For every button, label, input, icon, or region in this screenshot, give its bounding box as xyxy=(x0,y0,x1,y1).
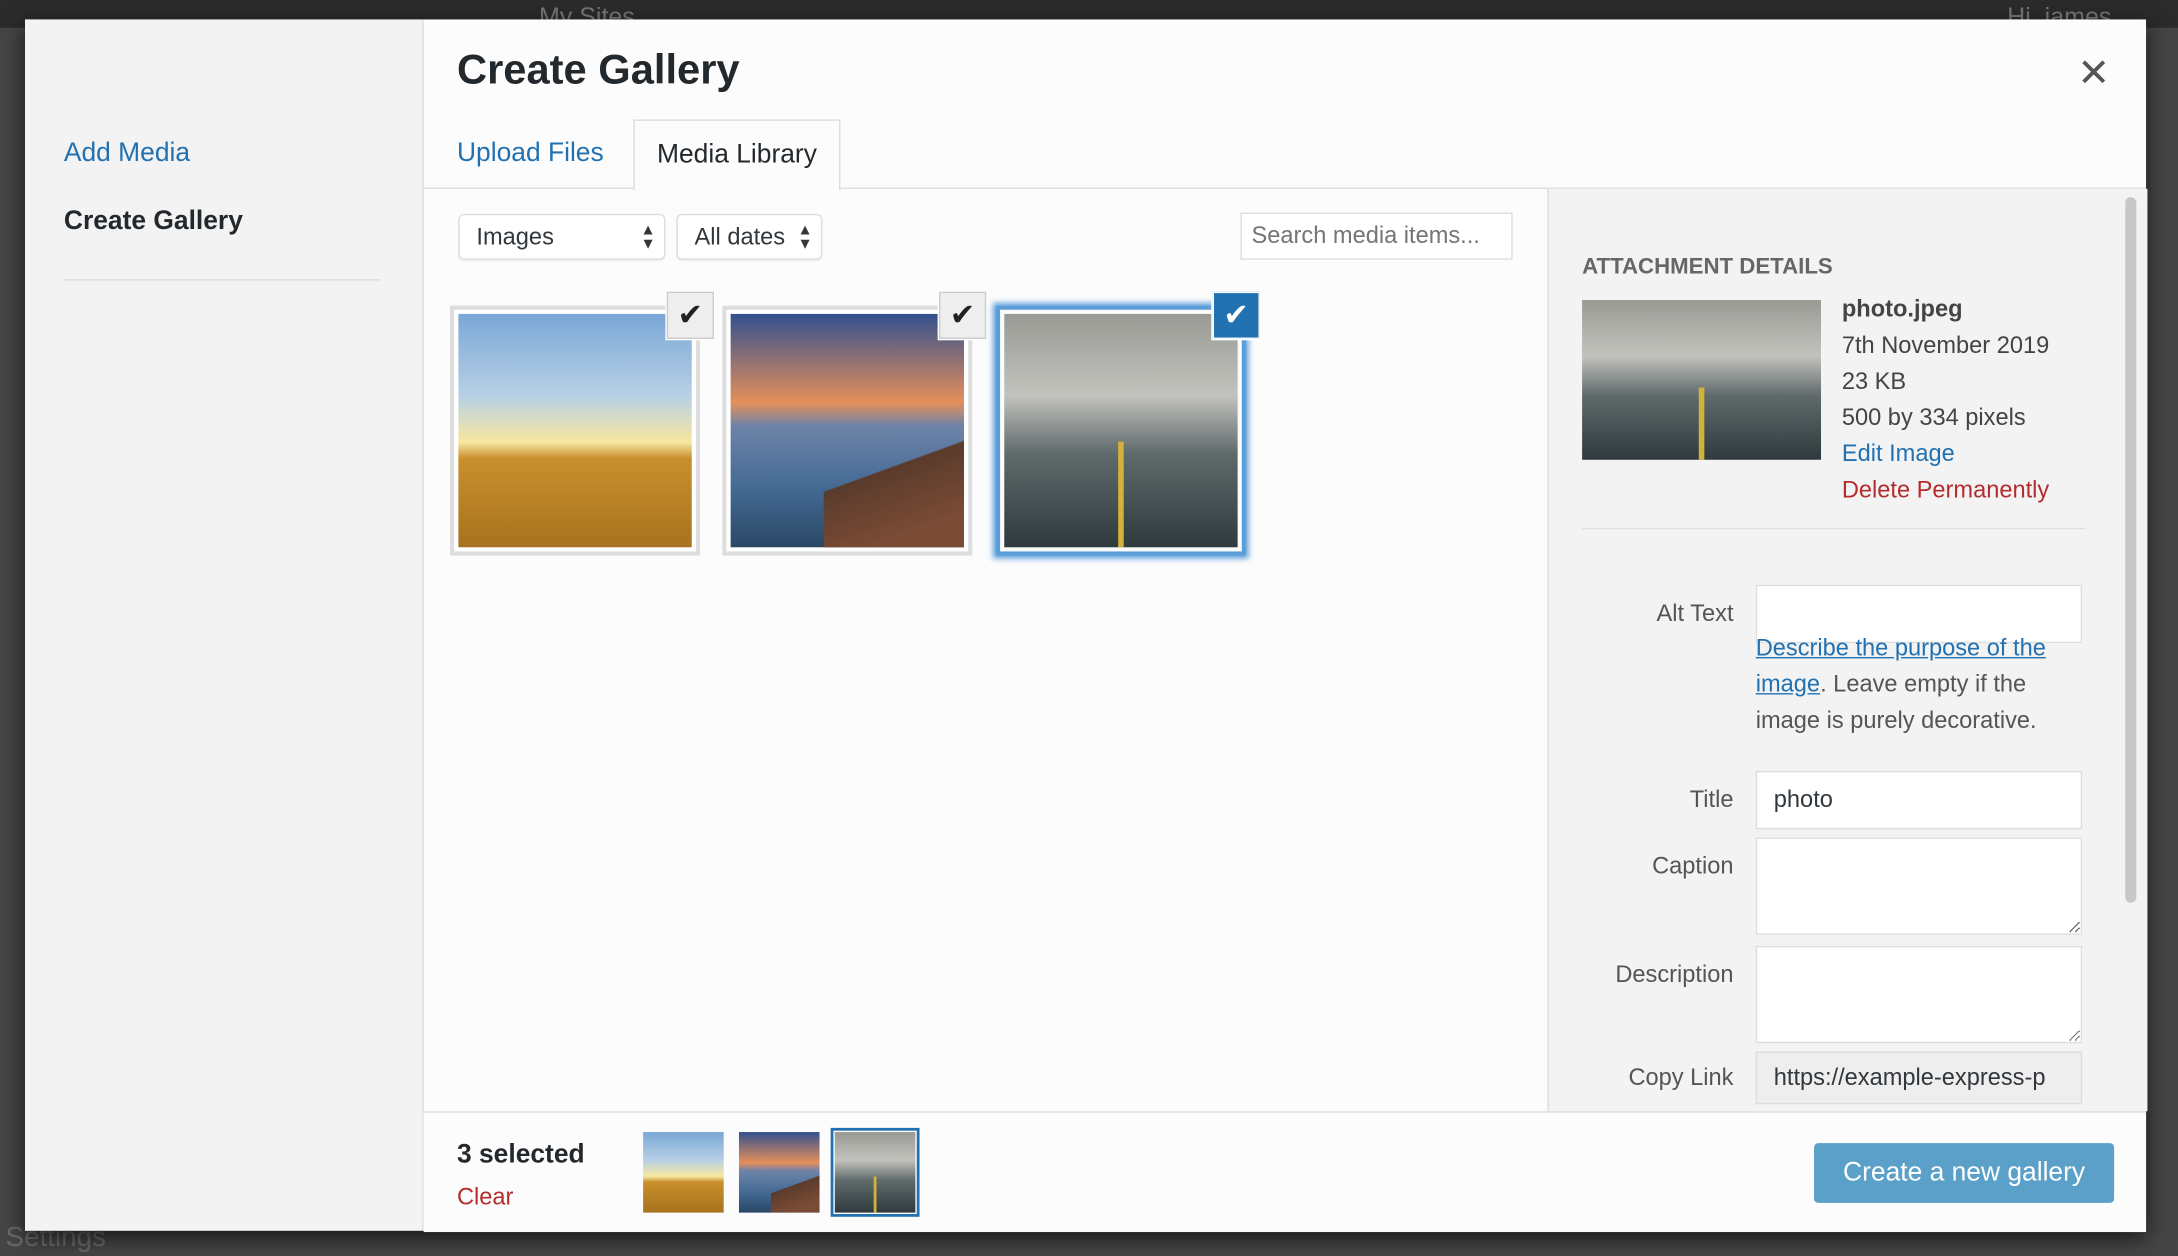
create-gallery-button[interactable]: Create a new gallery xyxy=(1814,1143,2115,1203)
selected-thumbnail-active[interactable] xyxy=(830,1127,920,1217)
details-scrollbar[interactable] xyxy=(2125,197,2137,903)
details-preview-image xyxy=(1582,300,1822,460)
caption-label: Caption xyxy=(1652,852,1734,880)
selected-thumbnail[interactable] xyxy=(738,1132,820,1213)
edit-image-link[interactable]: Edit Image xyxy=(1842,436,2049,472)
menu-item-add-media[interactable]: Add Media xyxy=(64,139,190,170)
attachment-thumbnail[interactable]: ✔ xyxy=(450,291,714,556)
alt-text-label: Alt Text xyxy=(1656,600,1734,627)
attachment-thumbnail-active[interactable]: ✔ xyxy=(995,291,1260,556)
details-heading: ATTACHMENT DETAILS xyxy=(1582,255,1833,280)
title-input[interactable] xyxy=(1755,770,2083,830)
alt-text-help: Describe the purpose of the image. Leave… xyxy=(1756,631,2089,739)
select-arrows-icon: ▲ ▼ xyxy=(797,222,813,253)
details-meta: photo.jpeg 7th November 2019 23 KB 500 b… xyxy=(1842,292,2049,509)
media-type-select[interactable]: Images ▲ ▼ xyxy=(458,213,666,260)
description-label: Description xyxy=(1615,961,1734,988)
caption-textarea[interactable] xyxy=(1755,837,2083,935)
pier-image xyxy=(730,313,964,548)
tab-upload-files[interactable]: Upload Files xyxy=(435,119,626,188)
title-label: Title xyxy=(1689,786,1734,813)
divider xyxy=(1582,527,2085,530)
tab-media-library[interactable]: Media Library xyxy=(633,119,841,191)
check-icon[interactable]: ✔ xyxy=(666,291,714,339)
media-menu: Add Media Create Gallery xyxy=(25,19,424,1231)
date-value: All dates xyxy=(694,223,786,251)
media-type-value: Images xyxy=(476,223,554,251)
close-icon[interactable]: ✕ xyxy=(2077,50,2110,96)
clear-selection-link[interactable]: Clear xyxy=(457,1183,513,1211)
media-modal: Add Media Create Gallery Create Gallery … xyxy=(25,19,2148,1233)
selected-thumbnail[interactable] xyxy=(643,1132,724,1213)
attachment-thumbnail[interactable]: ✔ xyxy=(722,291,987,556)
file-size: 23 KB xyxy=(1841,368,1907,395)
filename: photo.jpeg xyxy=(1841,295,1963,323)
check-icon[interactable]: ✔ xyxy=(1212,291,1260,339)
select-arrows-icon: ▲ ▼ xyxy=(640,222,656,253)
date-select[interactable]: All dates ▲ ▼ xyxy=(676,213,823,260)
upload-date: 7th November 2019 xyxy=(1841,331,2050,359)
copy-link-label: Copy Link xyxy=(1628,1063,1734,1091)
selection-count: 3 selected xyxy=(456,1140,585,1170)
copy-link-field[interactable]: https://example-express-p xyxy=(1755,1051,2083,1105)
road-image xyxy=(1004,313,1238,548)
check-icon[interactable]: ✔ xyxy=(938,291,987,339)
media-toolbar: 3 selected Clear Create a new gallery xyxy=(423,1111,2147,1233)
description-textarea[interactable] xyxy=(1755,945,2083,1044)
page-title: Create Gallery xyxy=(456,47,740,94)
wheat-field-image xyxy=(458,313,692,548)
search-input[interactable] xyxy=(1240,212,1513,260)
delete-permanently-link[interactable]: Delete Permanently xyxy=(1842,472,2049,508)
menu-item-create-gallery[interactable]: Create Gallery xyxy=(64,207,243,238)
dimensions: 500 by 334 pixels xyxy=(1841,404,2026,431)
attachment-details: ATTACHMENT DETAILS photo.jpeg 7th Novemb… xyxy=(1547,188,2148,1112)
divider xyxy=(63,279,381,281)
